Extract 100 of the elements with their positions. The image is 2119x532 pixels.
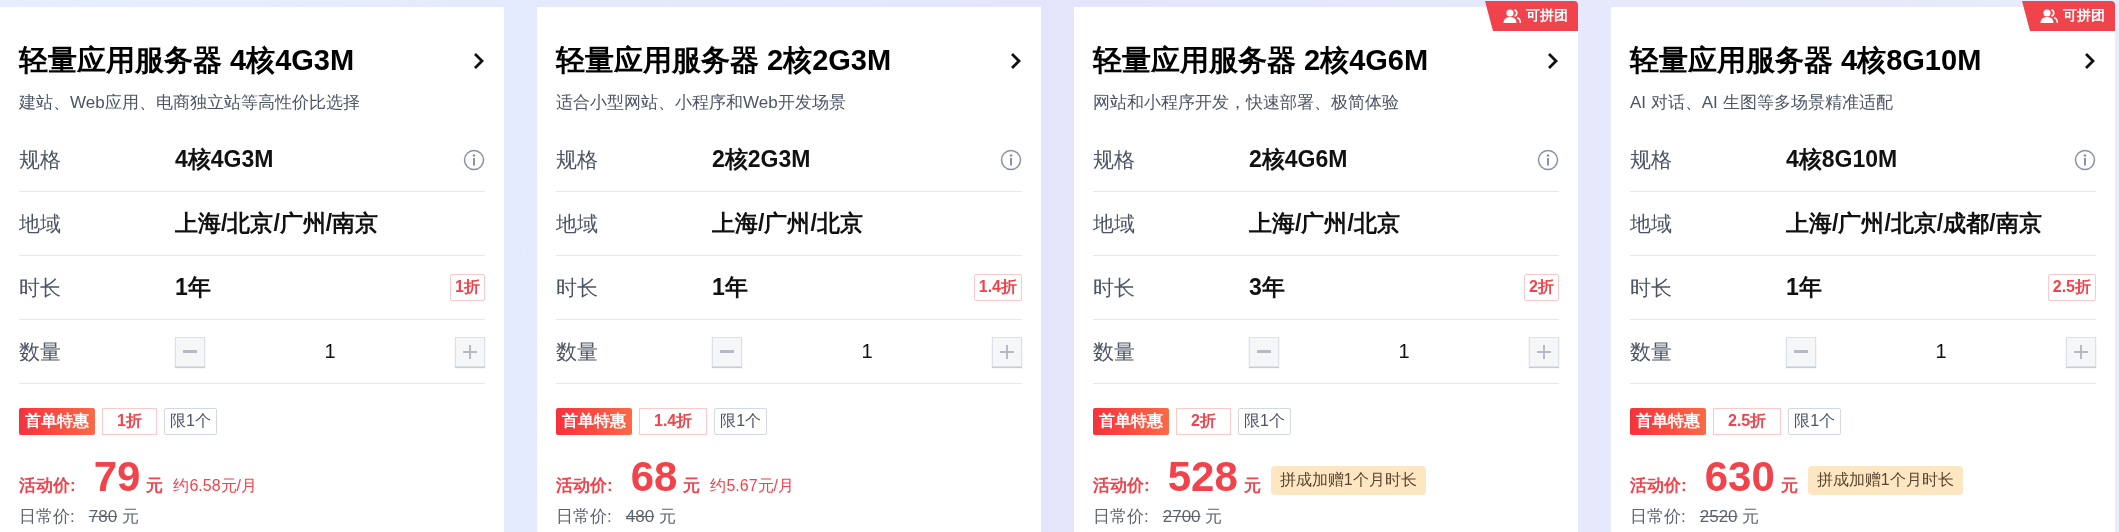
quantity-value: 1 xyxy=(860,340,874,363)
region-value: 上海/广州/北京/成都/南京 xyxy=(1786,209,2043,238)
discount-tag: 2.5折 xyxy=(1713,408,1782,435)
minus-icon xyxy=(1257,350,1271,353)
monthly-price: 约5.67元/月 xyxy=(710,476,794,496)
card-title: 轻量应用服务器 4核8G10M xyxy=(1630,43,1982,78)
users-icon xyxy=(1503,8,1521,24)
spec-value: 2核2G3M xyxy=(712,145,812,174)
decrease-button[interactable] xyxy=(1786,336,1816,367)
quantity-label: 数量 xyxy=(1093,338,1136,365)
regular-price-label: 日常价: xyxy=(19,506,75,528)
card-title: 轻量应用服务器 2核4G6M xyxy=(1093,43,1429,78)
regular-price-label: 日常价: xyxy=(556,506,612,528)
increase-button[interactable] xyxy=(2066,336,2096,367)
decrease-button[interactable] xyxy=(175,336,205,367)
duration-value: 1年 xyxy=(175,273,212,302)
duration-label: 时长 xyxy=(1093,274,1136,301)
sale-price: 79 xyxy=(93,453,141,501)
promo-tag: 首单特惠 xyxy=(19,408,95,435)
price-unit: 元 xyxy=(121,507,139,526)
plus-icon xyxy=(1537,344,1551,359)
card-subtitle: 网站和小程序开发，快速部署、极简体验 xyxy=(1093,92,1400,114)
duration-label: 时长 xyxy=(19,274,62,301)
minus-icon xyxy=(183,350,197,353)
region-label: 地域 xyxy=(1093,210,1136,237)
sale-price: 68 xyxy=(630,453,678,501)
duration-label: 时长 xyxy=(1630,274,1673,301)
regular-price: 2520 xyxy=(1699,507,1738,526)
region-label: 地域 xyxy=(19,210,62,237)
price-unit: 元 xyxy=(1243,475,1261,497)
plus-icon xyxy=(2074,344,2088,359)
info-icon[interactable] xyxy=(2074,148,2096,171)
price-unit: 元 xyxy=(1742,507,1760,526)
quantity-value: 1 xyxy=(323,340,337,363)
spec-label: 规格 xyxy=(1093,146,1136,173)
discount-tag: 2折 xyxy=(1176,408,1231,435)
info-icon[interactable] xyxy=(1000,148,1022,171)
chevron-right-icon[interactable] xyxy=(473,52,485,70)
decrease-button[interactable] xyxy=(1249,336,1279,367)
quantity-label: 数量 xyxy=(19,338,62,365)
increase-button[interactable] xyxy=(1529,336,1559,367)
duration-value: 3年 xyxy=(1249,273,1286,302)
price-unit: 元 xyxy=(658,507,676,526)
chevron-right-icon[interactable] xyxy=(1010,52,1022,70)
decrease-button[interactable] xyxy=(712,336,742,367)
spec-value: 4核4G3M xyxy=(175,145,275,174)
promo-tag: 首单特惠 xyxy=(556,408,632,435)
quantity-value: 1 xyxy=(1397,340,1411,363)
price-label: 活动价: xyxy=(1630,475,1687,497)
regular-price: 2700 xyxy=(1162,507,1201,526)
gift-tag: 拼成加赠1个月时长 xyxy=(1807,465,1963,495)
spec-label: 规格 xyxy=(1630,146,1673,173)
limit-tag: 限1个 xyxy=(163,408,217,435)
chevron-right-icon[interactable] xyxy=(1547,52,1559,70)
spec-label: 规格 xyxy=(19,146,62,173)
increase-button[interactable] xyxy=(455,336,485,367)
region-value: 上海/广州/北京 xyxy=(712,209,864,238)
promo-tag: 首单特惠 xyxy=(1630,408,1706,435)
price-label: 活动价: xyxy=(1093,475,1150,497)
sale-price: 630 xyxy=(1704,453,1775,501)
chevron-right-icon[interactable] xyxy=(2084,52,2096,70)
info-icon[interactable] xyxy=(1537,148,1559,171)
region-label: 地域 xyxy=(556,210,599,237)
sale-price: 528 xyxy=(1167,453,1238,501)
card-title: 轻量应用服务器 2核2G3M xyxy=(556,43,892,78)
spec-value: 2核4G6M xyxy=(1249,145,1349,174)
regular-price-label: 日常价: xyxy=(1630,506,1686,528)
card-subtitle: 建站、Web应用、电商独立站等高性价比选择 xyxy=(19,92,361,114)
price-label: 活动价: xyxy=(19,475,76,497)
increase-button[interactable] xyxy=(992,336,1022,367)
promo-tag: 首单特惠 xyxy=(1093,408,1169,435)
minus-icon xyxy=(720,350,734,353)
quantity-label: 数量 xyxy=(556,338,599,365)
region-label: 地域 xyxy=(1630,210,1673,237)
region-value: 上海/广州/北京 xyxy=(1249,209,1401,238)
discount-tag: 1.4折 xyxy=(639,408,708,435)
limit-tag: 限1个 xyxy=(1788,408,1842,435)
regular-price-label: 日常价: xyxy=(1093,506,1149,528)
price-unit: 元 xyxy=(146,475,164,497)
quantity-value: 1 xyxy=(1934,340,1948,363)
minus-icon xyxy=(1794,350,1808,353)
discount-tag: 1折 xyxy=(102,408,157,435)
badge-label: 可拼团 xyxy=(1526,7,1568,25)
plus-icon xyxy=(1000,344,1014,359)
regular-price: 780 xyxy=(88,507,118,526)
info-icon[interactable] xyxy=(463,148,485,171)
users-icon xyxy=(2040,8,2058,24)
price-unit: 元 xyxy=(1780,475,1798,497)
discount-tag: 1.4折 xyxy=(973,274,1022,301)
card-subtitle: 适合小型网站、小程序和Web开发场景 xyxy=(556,92,847,114)
monthly-price: 约6.58元/月 xyxy=(173,476,257,496)
price-unit: 元 xyxy=(683,475,701,497)
spec-value: 4核8G10M xyxy=(1786,145,1899,174)
gift-tag: 拼成加赠1个月时长 xyxy=(1270,465,1426,495)
region-value: 上海/北京/广州/南京 xyxy=(175,209,380,238)
quantity-label: 数量 xyxy=(1630,338,1673,365)
price-unit: 元 xyxy=(1205,507,1223,526)
plus-icon xyxy=(463,344,477,359)
limit-tag: 限1个 xyxy=(1237,408,1291,435)
card-title: 轻量应用服务器 4核4G3M xyxy=(19,43,355,78)
